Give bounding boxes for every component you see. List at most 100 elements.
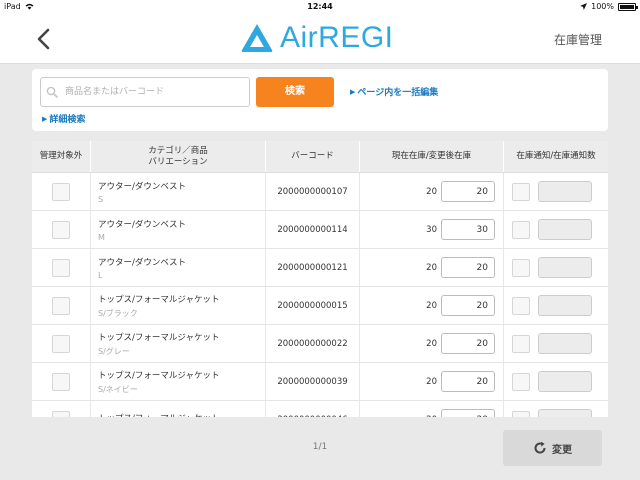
detail-search-label: 詳細検索 xyxy=(49,115,86,125)
notify-checkbox[interactable] xyxy=(512,410,530,417)
product-name: アウター/ダウンベスト xyxy=(98,219,187,230)
notify-cell xyxy=(504,325,608,362)
table-row: アウター/ダウンベスト S 2000000000107 20 xyxy=(32,173,608,211)
exclude-checkbox[interactable] xyxy=(52,372,70,391)
category-cell: トップス/フォーマルジャケット xyxy=(91,401,266,417)
search-input[interactable] xyxy=(40,77,250,107)
new-stock-input[interactable] xyxy=(441,409,495,417)
table-row: アウター/ダウンベスト L 2000000000121 20 xyxy=(32,249,608,287)
exclude-checkbox[interactable] xyxy=(52,220,70,239)
notify-cell xyxy=(504,211,608,248)
current-stock: 20 xyxy=(426,262,437,273)
exclude-cell xyxy=(32,287,91,324)
inventory-management-link[interactable]: 在庫管理 xyxy=(554,31,602,48)
exclude-cell xyxy=(32,173,91,210)
exclude-checkbox[interactable] xyxy=(52,182,70,201)
current-stock: 20 xyxy=(426,376,437,387)
barcode-cell: 2000000000015 xyxy=(266,287,360,324)
header-category-line2: バリエーション xyxy=(148,156,208,167)
header-notify: 在庫通知/在庫通知数 xyxy=(516,151,596,161)
new-stock-input[interactable] xyxy=(441,295,495,316)
exclude-checkbox[interactable] xyxy=(52,296,70,315)
barcode-cell: 2000000000046 xyxy=(266,401,360,417)
airregi-logo: AirREGI xyxy=(240,21,394,55)
current-stock: 20 xyxy=(426,186,437,197)
new-stock-input[interactable] xyxy=(441,219,495,240)
exclude-checkbox[interactable] xyxy=(52,410,70,417)
exclude-checkbox[interactable] xyxy=(52,258,70,277)
notify-count-input[interactable] xyxy=(538,295,592,316)
change-button[interactable]: 変更 xyxy=(503,430,602,466)
barcode-cell: 2000000000022 xyxy=(266,325,360,362)
product-name: トップス/フォーマルジャケット xyxy=(98,370,220,381)
product-variation: S/グレー xyxy=(98,346,130,356)
category-cell: アウター/ダウンベスト L xyxy=(91,249,266,286)
new-stock-input[interactable] xyxy=(441,333,495,354)
exclude-cell xyxy=(32,211,91,248)
header-category-line1: カテゴリ／商品 xyxy=(148,145,208,156)
table-row: トップス/フォーマルジャケット S/グレー 2000000000022 20 xyxy=(32,325,608,363)
search-icon xyxy=(46,86,58,98)
notify-checkbox[interactable] xyxy=(512,334,530,353)
stock-cell: 20 xyxy=(360,363,504,400)
change-button-label: 変更 xyxy=(552,444,572,456)
notify-checkbox[interactable] xyxy=(512,296,530,315)
header-barcode: バーコード xyxy=(266,141,360,172)
exclude-checkbox[interactable] xyxy=(52,334,70,353)
notify-cell xyxy=(504,401,608,417)
notify-checkbox[interactable] xyxy=(512,372,530,391)
notify-count-input[interactable] xyxy=(538,371,592,392)
search-button[interactable]: 検索 xyxy=(256,77,334,107)
notify-checkbox[interactable] xyxy=(512,182,530,201)
current-stock: 30 xyxy=(426,224,437,235)
product-variation: S/ブラック xyxy=(98,308,138,318)
category-cell: トップス/フォーマルジャケット S/グレー xyxy=(91,325,266,362)
notify-checkbox[interactable] xyxy=(512,220,530,239)
stock-cell: 20 xyxy=(360,325,504,362)
table-row: アウター/ダウンベスト M 2000000000114 30 xyxy=(32,211,608,249)
barcode-cell: 2000000000039 xyxy=(266,363,360,400)
notify-cell xyxy=(504,363,608,400)
status-time: 12:44 xyxy=(307,2,333,11)
barcode-cell: 2000000000121 xyxy=(266,249,360,286)
new-stock-input[interactable] xyxy=(441,257,495,278)
exclude-cell xyxy=(32,363,91,400)
back-button[interactable] xyxy=(34,27,54,51)
stock-cell: 20 xyxy=(360,249,504,286)
product-variation: S xyxy=(98,194,104,204)
current-stock: 20 xyxy=(426,338,437,349)
notify-count-input[interactable] xyxy=(538,219,592,240)
table-row: トップス/フォーマルジャケット S/ブラック 2000000000015 20 xyxy=(32,287,608,325)
product-name: トップス/フォーマルジャケット xyxy=(98,332,220,343)
notify-cell xyxy=(504,287,608,324)
stock-cell: 20 xyxy=(360,287,504,324)
exclude-cell xyxy=(32,401,91,417)
refresh-icon xyxy=(534,441,546,454)
detail-search-link[interactable]: ▶ 詳細検索 xyxy=(42,112,86,126)
chevron-left-icon xyxy=(37,28,50,50)
current-stock: 20 xyxy=(426,415,437,418)
notify-count-input[interactable] xyxy=(538,257,592,278)
new-stock-input[interactable] xyxy=(441,181,495,202)
category-cell: トップス/フォーマルジャケット S/ネイビー xyxy=(91,363,266,400)
product-name: アウター/ダウンベスト xyxy=(98,181,187,192)
notify-count-input[interactable] xyxy=(538,409,592,417)
product-name: アウター/ダウンベスト xyxy=(98,257,187,268)
stock-cell: 20 xyxy=(360,173,504,210)
triangle-right-icon: ▶ xyxy=(42,114,48,123)
notify-count-input[interactable] xyxy=(538,181,592,202)
current-stock: 20 xyxy=(426,300,437,311)
location-arrow-icon xyxy=(580,3,588,10)
bulk-edit-link[interactable]: ▶ ページ内を一括編集 xyxy=(350,85,438,99)
airregi-triangle-logo-icon xyxy=(241,24,273,52)
product-name: トップス/フォーマルジャケット xyxy=(98,412,219,417)
product-variation: L xyxy=(98,270,103,280)
barcode-cell: 2000000000114 xyxy=(266,211,360,248)
new-stock-input[interactable] xyxy=(441,371,495,392)
logo-text: AirREGI xyxy=(280,21,394,54)
status-bar: iPad 12:44 100% xyxy=(0,0,640,13)
notify-count-input[interactable] xyxy=(538,333,592,354)
stock-cell: 20 xyxy=(360,401,504,417)
inventory-table[interactable]: 管理対象外 カテゴリ／商品 バリエーション バーコード 現在在庫/変更後在庫 在… xyxy=(32,141,608,417)
notify-checkbox[interactable] xyxy=(512,258,530,277)
